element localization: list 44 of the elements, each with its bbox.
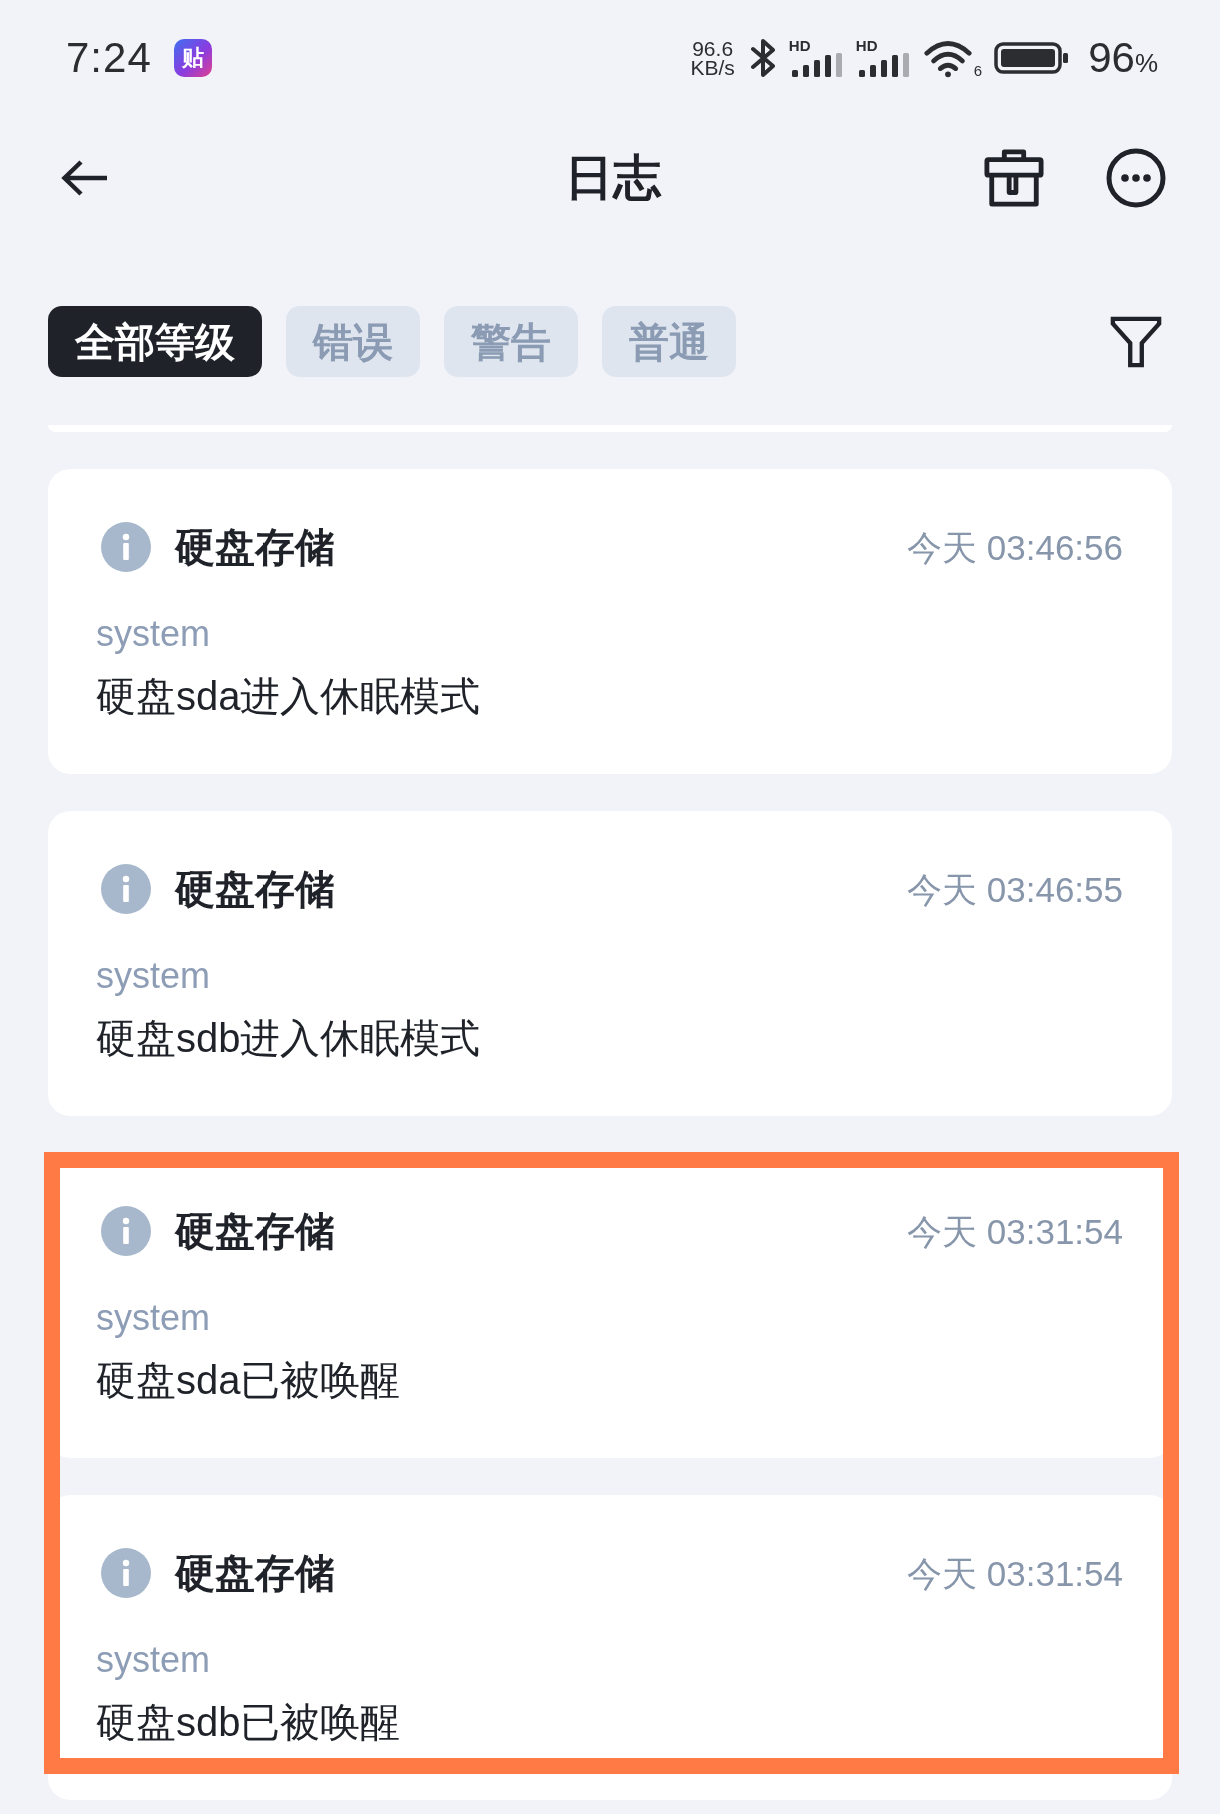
log-message: 硬盘sda进入休眠模式 <box>96 673 481 720</box>
back-button[interactable] <box>60 159 108 197</box>
network-type-label: HD <box>855 39 878 53</box>
toolbox-button[interactable] <box>984 148 1044 208</box>
level-filter-tab[interactable]: 全部等级 <box>48 306 262 377</box>
bluetooth-icon <box>748 37 777 79</box>
more-button[interactable] <box>1106 148 1166 208</box>
log-card[interactable]: 硬盘存储 今天 03:46:56 system 硬盘sda进入休眠模式 <box>48 469 1172 774</box>
log-message: 硬盘sdb进入休眠模式 <box>96 1015 481 1062</box>
log-time: 今天 03:31:54 <box>907 1213 1123 1249</box>
status-time: 7:24 <box>66 34 152 82</box>
info-icon <box>101 522 151 572</box>
back-arrow-icon <box>60 159 108 197</box>
battery-percent: 96% <box>1088 37 1158 79</box>
net-speed-unit: KB/s <box>690 58 735 77</box>
more-icon <box>1106 148 1166 208</box>
log-source: system <box>96 1296 210 1340</box>
log-message: 硬盘sdb已被唤醒 <box>96 1699 401 1746</box>
filter-button[interactable] <box>1109 314 1163 369</box>
log-time: 今天 03:46:55 <box>907 871 1123 907</box>
log-card[interactable]: 硬盘存储 今天 03:31:54 system 硬盘sdb已被唤醒 <box>48 1495 1172 1800</box>
log-title: 硬盘存储 <box>175 1211 335 1251</box>
wifi-standard-label: 6 <box>973 64 983 78</box>
log-source: system <box>96 1638 210 1682</box>
filter-icon <box>1109 314 1163 369</box>
info-icon <box>101 1206 151 1256</box>
wifi-icon <box>922 38 973 78</box>
app-logo: 贴 <box>173 39 212 77</box>
log-card[interactable]: 硬盘存储 今天 03:46:55 system 硬盘sdb进入休眠模式 <box>48 811 1172 1116</box>
net-speed-value: 96.6 <box>692 39 734 58</box>
log-message: 硬盘sda已被唤醒 <box>96 1357 401 1404</box>
log-title: 硬盘存储 <box>175 1553 335 1593</box>
log-source: system <box>96 612 210 656</box>
battery-icon <box>994 42 1071 74</box>
toolbox-icon <box>984 148 1044 208</box>
log-title: 硬盘存储 <box>175 869 335 909</box>
info-icon <box>101 864 151 914</box>
log-source: system <box>96 954 210 998</box>
network-type-label: HD <box>788 39 811 53</box>
log-time: 今天 03:31:54 <box>907 1555 1123 1591</box>
info-icon <box>101 1548 151 1598</box>
log-time: 今天 03:46:56 <box>907 529 1123 565</box>
log-title: 硬盘存储 <box>175 527 335 567</box>
page-title: 日志 <box>565 151 661 205</box>
